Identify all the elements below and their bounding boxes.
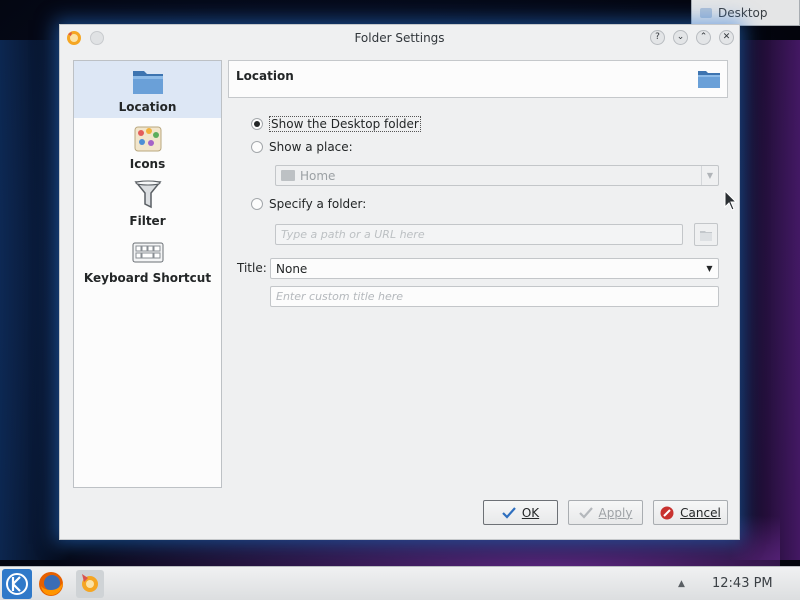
option-show-place[interactable]: Show a place: (251, 140, 353, 154)
system-tray-expand-icon[interactable]: ▲ (678, 579, 685, 589)
title-combo[interactable]: None ▼ (270, 258, 719, 279)
radio-specify-folder[interactable] (251, 198, 263, 210)
title-combo-value: None (276, 261, 308, 276)
close-button[interactable]: ✕ (719, 30, 734, 45)
help-button[interactable]: ? (650, 30, 665, 45)
place-combo[interactable]: Home ▼ (275, 165, 719, 186)
sidebar-item-label: Keyboard Shortcut (83, 271, 212, 285)
minimize-button[interactable]: ⌄ (673, 30, 688, 45)
custom-title-input[interactable]: Enter custom title here (270, 286, 719, 307)
clock[interactable]: 12:43 PM (712, 576, 773, 591)
document-open-icon (700, 230, 712, 241)
radio-desktop-folder[interactable] (251, 118, 263, 130)
page-title: Location (236, 69, 294, 83)
folder-settings-dialog: Folder Settings ? ⌄ ⌃ ✕ Location Icons F… (59, 24, 740, 540)
sidebar-item-label: Filter (129, 214, 166, 228)
radio-show-place[interactable] (251, 141, 263, 153)
maximize-button[interactable]: ⌃ (696, 30, 711, 45)
page-header: Location (228, 60, 728, 98)
app-icon (76, 570, 104, 598)
settings-sidebar: Location Icons Filter Keyboard Shortcut (73, 60, 222, 488)
desktop-tab-label: Desktop (718, 5, 768, 20)
option-specify-folder[interactable]: Specify a folder: (251, 197, 366, 211)
place-combo-value: Home (300, 168, 336, 183)
desktop-glow-right (730, 40, 800, 560)
folder-icon (132, 66, 164, 96)
icons-palette-icon (132, 123, 164, 153)
chevron-down-icon: ▼ (701, 166, 718, 185)
mouse-cursor-icon (724, 190, 738, 211)
keyboard-icon (132, 237, 164, 267)
option-label: Specify a folder: (269, 197, 367, 211)
sidebar-item-location[interactable]: Location (74, 61, 221, 118)
window-title: Folder Settings (354, 31, 445, 45)
desktop-icon (700, 7, 712, 18)
checkmark-icon (502, 506, 516, 519)
chevron-down-icon: ▼ (706, 264, 713, 273)
sidebar-item-label: Location (118, 100, 177, 114)
taskbar-folder-settings[interactable] (74, 569, 106, 599)
taskbar: ▲ 12:43 PM (0, 566, 800, 600)
option-desktop-folder[interactable]: Show the Desktop folder (251, 116, 421, 132)
sidebar-item-filter[interactable]: Filter (74, 175, 221, 232)
desktop-toolbox-button[interactable]: Desktop (691, 0, 800, 26)
apply-label: Apply (598, 505, 633, 520)
title-label: Title: (237, 261, 267, 275)
ok-label: OK (521, 505, 540, 520)
sidebar-item-keyboard-shortcut[interactable]: Keyboard Shortcut (74, 232, 221, 289)
folder-path-input[interactable]: Type a path or a URL here (275, 224, 683, 245)
firefox-icon (39, 572, 63, 596)
taskbar-firefox[interactable] (35, 569, 67, 599)
sidebar-item-icons[interactable]: Icons (74, 118, 221, 175)
titlebar[interactable]: Folder Settings ? ⌄ ⌃ ✕ (60, 25, 739, 51)
custom-title-placeholder: Enter custom title here (276, 290, 404, 303)
funnel-icon (132, 180, 164, 210)
folder-icon (697, 68, 721, 90)
folder-icon (281, 170, 295, 181)
checkmark-icon (578, 506, 593, 519)
application-launcher[interactable] (1, 569, 33, 599)
folder-path-placeholder: Type a path or a URL here (281, 228, 425, 241)
cancel-button[interactable]: Cancel (653, 500, 728, 525)
sidebar-item-label: Icons (129, 157, 166, 171)
cancel-label: Cancel (680, 505, 721, 520)
option-label: Show the Desktop folder (269, 116, 421, 132)
kde-logo-icon (2, 569, 32, 599)
ok-button[interactable]: OK (483, 500, 558, 525)
browse-folder-button[interactable] (694, 223, 718, 246)
option-label: Show a place: (269, 140, 353, 154)
apply-button[interactable]: Apply (568, 500, 643, 525)
cancel-icon (660, 506, 674, 519)
